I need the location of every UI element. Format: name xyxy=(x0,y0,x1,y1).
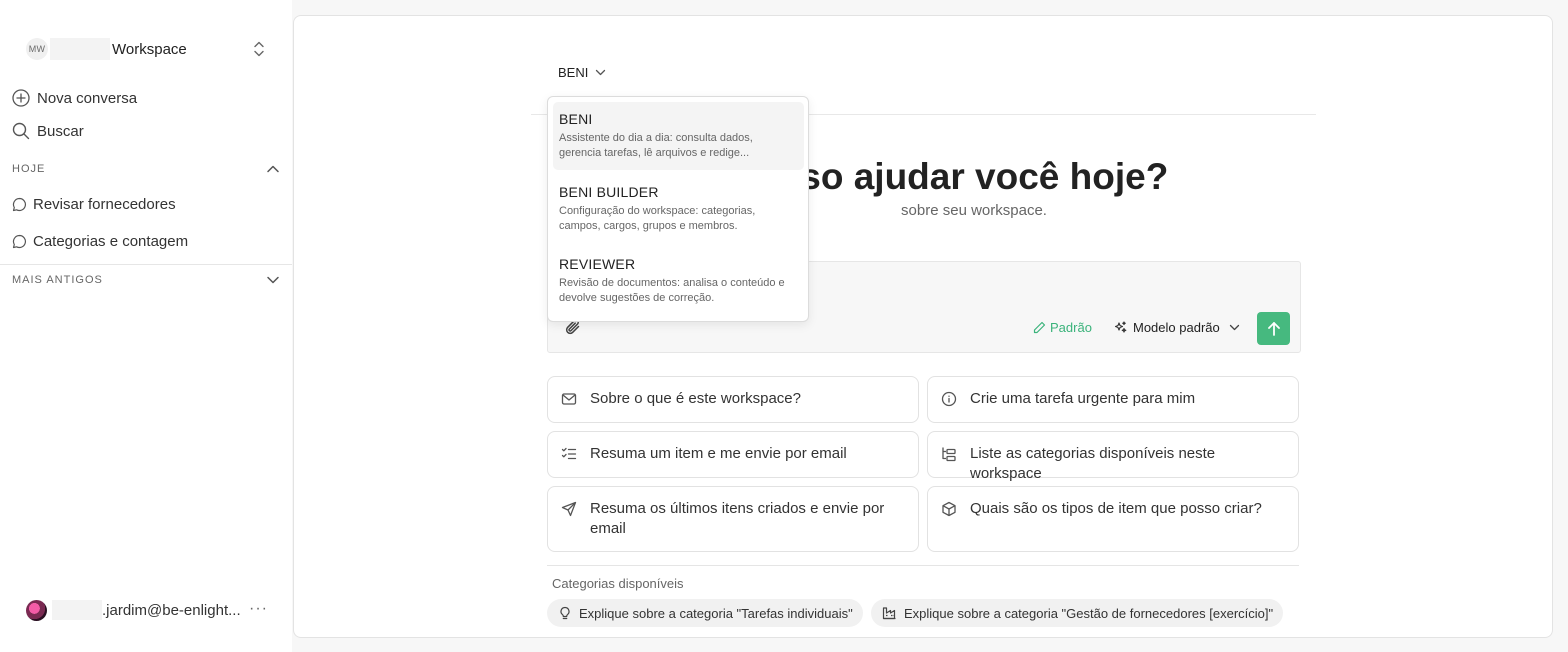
factory-icon xyxy=(882,607,896,620)
lightbulb-icon xyxy=(560,606,570,620)
workspace-avatar: MW xyxy=(26,38,48,60)
agent-option-name: BENI BUILDER xyxy=(559,184,659,200)
redacted-name xyxy=(52,600,102,620)
user-account[interactable]: .jardim@be-enlight... ··· xyxy=(26,598,276,622)
suggestion-card[interactable]: Resuma os últimos itens criados e envie … xyxy=(547,486,919,552)
chevron-down-icon xyxy=(267,276,279,284)
agent-selected-label: BENI xyxy=(558,65,589,80)
conversation-item[interactable]: Categorias e contagem xyxy=(12,230,188,252)
box-icon xyxy=(942,501,956,517)
suggestion-card[interactable]: Crie uma tarefa urgente para mim xyxy=(927,376,1299,423)
suggestion-text: Resuma um item e me envie por email xyxy=(590,445,847,462)
chat-bubble-icon xyxy=(12,197,26,211)
send-icon xyxy=(561,501,577,517)
agent-option-beni-builder[interactable]: BENI BUILDER Configuração do workspace: … xyxy=(553,175,804,243)
suggestion-text: Sobre o que é este workspace? xyxy=(590,390,801,407)
agent-option-description: Configuração do workspace: categorias, c… xyxy=(559,205,756,232)
category-chip-label: Explique sobre a categoria "Tarefas indi… xyxy=(579,605,853,621)
chevron-down-icon xyxy=(1229,324,1239,331)
suggestion-card[interactable]: Liste as categorias disponíveis neste wo… xyxy=(927,431,1299,482)
mail-icon xyxy=(561,393,577,405)
agent-option-name: BENI xyxy=(559,111,593,127)
workspace-switcher[interactable]: MW Workspace xyxy=(26,36,276,62)
new-chat-button[interactable]: Nova conversa xyxy=(12,87,137,109)
categories-heading: Categorias disponíveis xyxy=(552,576,684,591)
conversation-label: Categorias e contagem xyxy=(33,232,189,250)
suggestion-text: Resuma os últimos itens criados e envie … xyxy=(590,500,885,537)
section-older-toggle[interactable]: MAIS ANTIGOS xyxy=(12,271,280,289)
more-options-button[interactable]: ··· xyxy=(249,600,268,618)
agent-option-beni[interactable]: BENI Assistente do dia a dia: consulta d… xyxy=(553,102,804,170)
suggestion-card[interactable]: Sobre o que é este workspace? xyxy=(547,376,919,423)
sidebar: MW Workspace Nova conversa Buscar HOJE R… xyxy=(0,0,292,652)
suggestion-text: Liste as categorias disponíveis neste wo… xyxy=(970,445,1216,482)
agent-option-description: Revisão de documentos: analisa o conteúd… xyxy=(559,277,785,304)
search-label: Buscar xyxy=(37,122,84,140)
section-older-label: MAIS ANTIGOS xyxy=(12,274,103,286)
arrow-up-icon xyxy=(1267,321,1280,336)
search-icon xyxy=(12,122,30,140)
agent-option-name: REVIEWER xyxy=(559,256,636,272)
sparkles-icon xyxy=(1114,321,1127,333)
section-today-label: HOJE xyxy=(12,163,46,175)
agent-option-reviewer[interactable]: REVIEWER Revisão de documentos: analisa … xyxy=(553,247,804,315)
category-chip[interactable]: Explique sobre a categoria "Gestão de fo… xyxy=(871,599,1284,627)
user-email: .jardim@be-enlight... xyxy=(102,601,241,619)
divider xyxy=(547,565,1299,566)
suggestion-card[interactable]: Resuma um item e me envie por email xyxy=(547,431,919,478)
suggestion-card[interactable]: Quais são os tipos de item que posso cri… xyxy=(927,486,1299,552)
new-chat-label: Nova conversa xyxy=(37,89,138,107)
chevrons-up-down-icon xyxy=(254,41,264,57)
chat-main: BENI sso ajudar você hoje? sobre seu wor… xyxy=(293,15,1553,638)
divider xyxy=(0,264,292,265)
model-selector[interactable]: Modelo padrão xyxy=(1114,320,1240,335)
folder-tree-icon xyxy=(942,447,956,462)
category-chip[interactable]: Explique sobre a categoria "Tarefas indi… xyxy=(547,599,863,627)
response-style-label: Padrão xyxy=(1050,320,1092,335)
agent-selector[interactable]: BENI xyxy=(558,65,606,80)
conversation-label: Revisar fornecedores xyxy=(33,195,176,213)
model-label: Modelo padrão xyxy=(1133,320,1220,335)
chevron-up-icon xyxy=(267,165,279,173)
agent-option-description: Assistente do dia a dia: consulta dados,… xyxy=(559,132,753,159)
category-chip-label: Explique sobre a categoria "Gestão de fo… xyxy=(904,605,1274,621)
workspace-name: Workspace xyxy=(112,40,187,58)
send-button[interactable] xyxy=(1257,312,1290,345)
response-style-button[interactable]: Padrão xyxy=(1033,320,1092,335)
checklist-icon xyxy=(561,447,577,460)
info-icon xyxy=(941,391,957,407)
chat-bubble-icon xyxy=(12,234,26,248)
suggestion-text: Quais são os tipos de item que posso cri… xyxy=(970,500,1262,517)
search-button[interactable]: Buscar xyxy=(12,120,84,142)
user-avatar xyxy=(26,599,47,621)
conversation-item[interactable]: Revisar fornecedores xyxy=(12,193,176,215)
section-today-toggle[interactable]: HOJE xyxy=(12,160,280,178)
agent-dropdown-menu: BENI Assistente do dia a dia: consulta d… xyxy=(547,96,809,322)
pencil-icon xyxy=(1033,321,1046,334)
plus-circle-icon xyxy=(12,89,30,107)
redacted-name xyxy=(50,38,110,60)
chevron-down-icon xyxy=(596,69,606,76)
suggestion-text: Crie uma tarefa urgente para mim xyxy=(970,390,1196,407)
